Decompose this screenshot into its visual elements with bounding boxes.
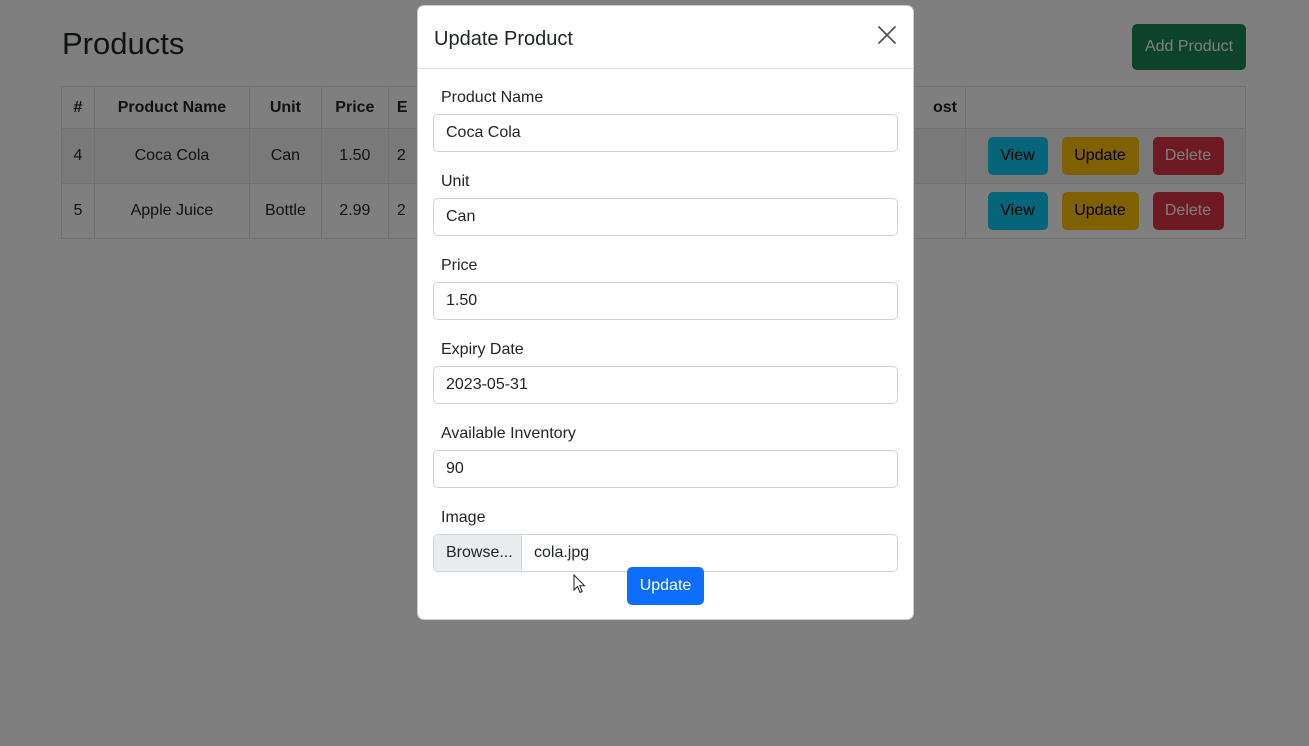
update-product-modal: Update Product Product Name Coca Cola Un… bbox=[417, 5, 914, 620]
price-group: Price 1.50 bbox=[433, 256, 898, 320]
unit-group: Unit Can bbox=[433, 172, 898, 236]
image-group: Image Browse... cola.jpg bbox=[433, 508, 898, 572]
unit-label: Unit bbox=[441, 173, 470, 190]
price-input[interactable]: 1.50 bbox=[433, 282, 898, 320]
mouse-cursor-icon bbox=[573, 574, 586, 594]
close-icon bbox=[878, 25, 896, 44]
selected-file-name: cola.jpg bbox=[534, 544, 590, 561]
modal-body: Product Name Coca Cola Unit Can Price 1.… bbox=[418, 69, 913, 572]
expiry-date-group: Expiry Date 2023-05-31 bbox=[433, 340, 898, 404]
product-name-input[interactable]: Coca Cola bbox=[433, 114, 898, 152]
product-name-group: Product Name Coca Cola bbox=[433, 88, 898, 152]
expiry-date-label: Expiry Date bbox=[441, 341, 524, 358]
inventory-group: Available Inventory 90 bbox=[433, 424, 898, 488]
modal-title: Update Product bbox=[434, 27, 573, 50]
inventory-input[interactable]: 90 bbox=[433, 450, 898, 488]
modal-footer: Update bbox=[418, 567, 913, 605]
modal-header: Update Product bbox=[418, 6, 913, 69]
expiry-date-input[interactable]: 2023-05-31 bbox=[433, 366, 898, 404]
product-name-label: Product Name bbox=[441, 89, 544, 106]
unit-input[interactable]: Can bbox=[433, 198, 898, 236]
browse-button[interactable]: Browse... bbox=[434, 535, 522, 571]
inventory-label: Available Inventory bbox=[441, 425, 576, 442]
submit-update-button[interactable]: Update bbox=[627, 567, 704, 605]
price-label: Price bbox=[441, 257, 478, 274]
close-button[interactable] bbox=[875, 24, 899, 48]
image-label: Image bbox=[441, 509, 486, 526]
